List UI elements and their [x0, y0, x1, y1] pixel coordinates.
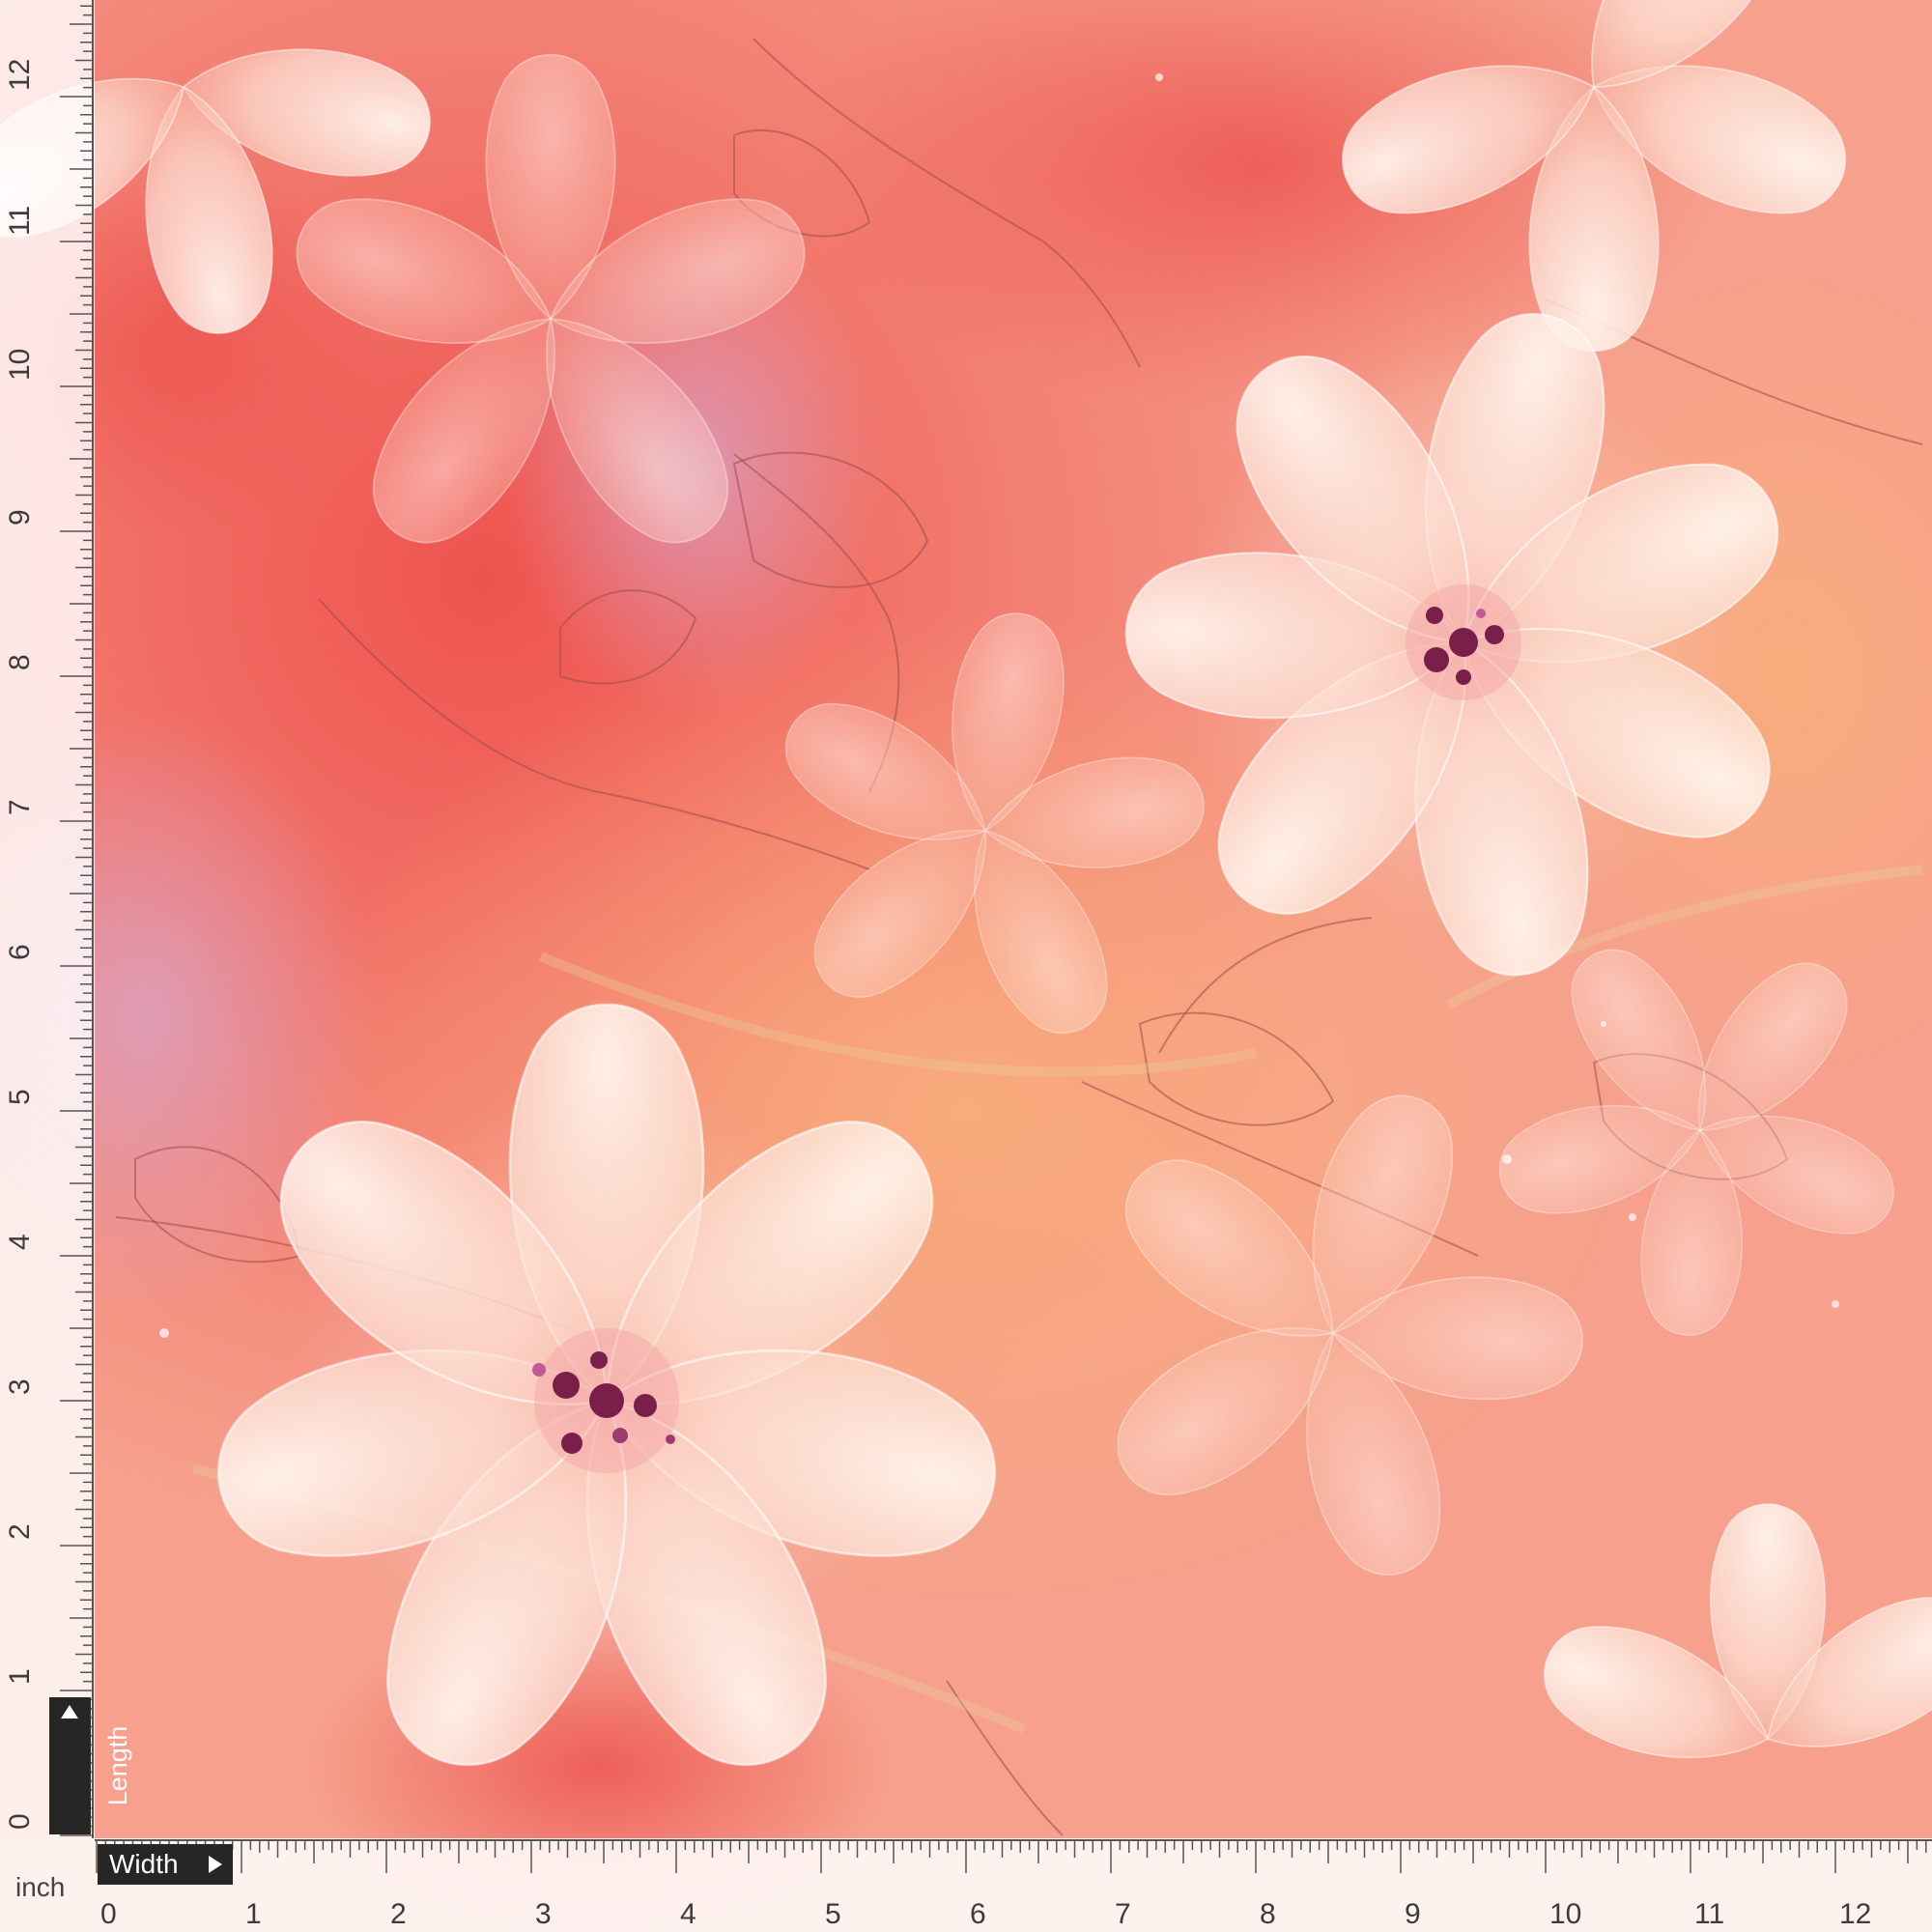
- width-tick-label: 11: [1694, 1898, 1724, 1930]
- length-tick-label: 8: [4, 654, 36, 670]
- product-image: 0 1 2 3 4 5 6 7 8 9 10 11 12 0 1 2 3 4 5 6 7 8 9 10 11 12 Length…: [0, 0, 1932, 1932]
- floral-fabric-print: [0, 0, 1932, 1932]
- width-tick-label: 7: [1115, 1898, 1131, 1930]
- length-tick-label: 5: [4, 1089, 36, 1105]
- width-tick-label: 2: [390, 1898, 407, 1930]
- arrow-up-icon: [61, 1705, 78, 1719]
- width-tick-label: 1: [245, 1898, 262, 1930]
- width-tick-label: 5: [825, 1898, 841, 1930]
- length-tick-label: 9: [4, 509, 36, 526]
- length-tick-label: 3: [4, 1378, 36, 1395]
- width-tick-label: 8: [1260, 1898, 1276, 1930]
- length-tick-label: 1: [4, 1668, 36, 1685]
- width-tick-label: 3: [535, 1898, 552, 1930]
- width-label: Width: [109, 1849, 179, 1879]
- width-tick-label: 12: [1839, 1898, 1871, 1930]
- width-tick-label: 9: [1405, 1898, 1421, 1930]
- length-label-tag: Length: [49, 1697, 132, 1834]
- width-ruler-scale: 0 1 2 3 4 5 6 7 8 9 10 11 12: [95, 1839, 1932, 1930]
- width-tick-label: 10: [1549, 1898, 1581, 1930]
- unit-label: inch: [15, 1872, 66, 1902]
- arrow-right-icon: [209, 1856, 222, 1873]
- width-ruler: 0 1 2 3 4 5 6 7 8 9 10 11 12: [0, 1838, 1932, 1932]
- width-tick-label: 4: [680, 1898, 696, 1930]
- length-tick-label: 0: [4, 1813, 36, 1830]
- length-tick-label: 10: [4, 349, 36, 381]
- width-label-tag: Width: [98, 1844, 233, 1885]
- width-tick-label: 0: [100, 1898, 117, 1930]
- length-ruler: 0 1 2 3 4 5 6 7 8 9 10 11 12: [0, 0, 95, 1838]
- length-tick-label: 4: [4, 1234, 36, 1250]
- length-label: Length: [103, 1725, 132, 1806]
- length-tick-label: 6: [4, 944, 36, 960]
- length-tick-label: 11: [4, 206, 36, 236]
- length-ruler-scale: 0123456789101112: [4, 0, 94, 1838]
- length-tick-label: 7: [4, 799, 36, 815]
- length-tick-label: 2: [4, 1523, 36, 1540]
- length-tick-label: 12: [4, 59, 36, 91]
- width-tick-label: 6: [970, 1898, 986, 1930]
